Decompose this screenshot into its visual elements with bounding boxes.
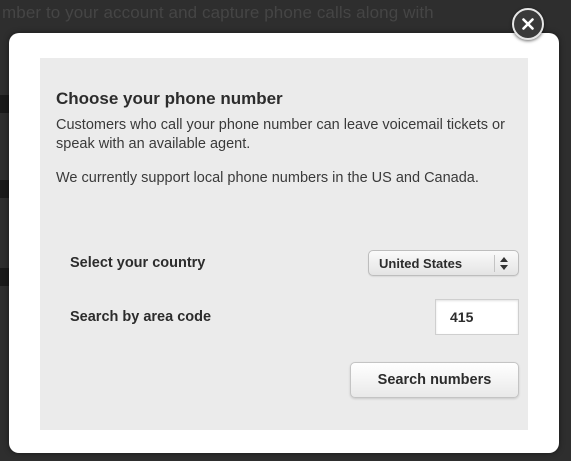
close-icon: [522, 18, 534, 30]
background-page-text: mber to your account and capture phone c…: [2, 3, 434, 22]
close-button[interactable]: [512, 8, 544, 40]
country-select[interactable]: United States: [368, 250, 519, 276]
phone-number-dialog: Choose your phone number Customers who c…: [9, 33, 559, 453]
area-code-input[interactable]: [435, 299, 519, 335]
dialog-title: Choose your phone number: [56, 89, 283, 108]
country-select-value: United States: [379, 256, 463, 271]
search-numbers-button[interactable]: Search numbers: [350, 362, 519, 398]
select-divider: [494, 255, 495, 272]
country-label: Select your country: [70, 255, 206, 271]
up-down-arrows-icon: [500, 257, 508, 273]
area-code-label: Search by area code: [70, 309, 212, 325]
description-text: Customers who call your phone number can…: [56, 117, 505, 152]
dialog-content-panel: Choose your phone number Customers who c…: [40, 58, 528, 430]
support-note-text: We currently support local phone numbers…: [56, 170, 479, 186]
